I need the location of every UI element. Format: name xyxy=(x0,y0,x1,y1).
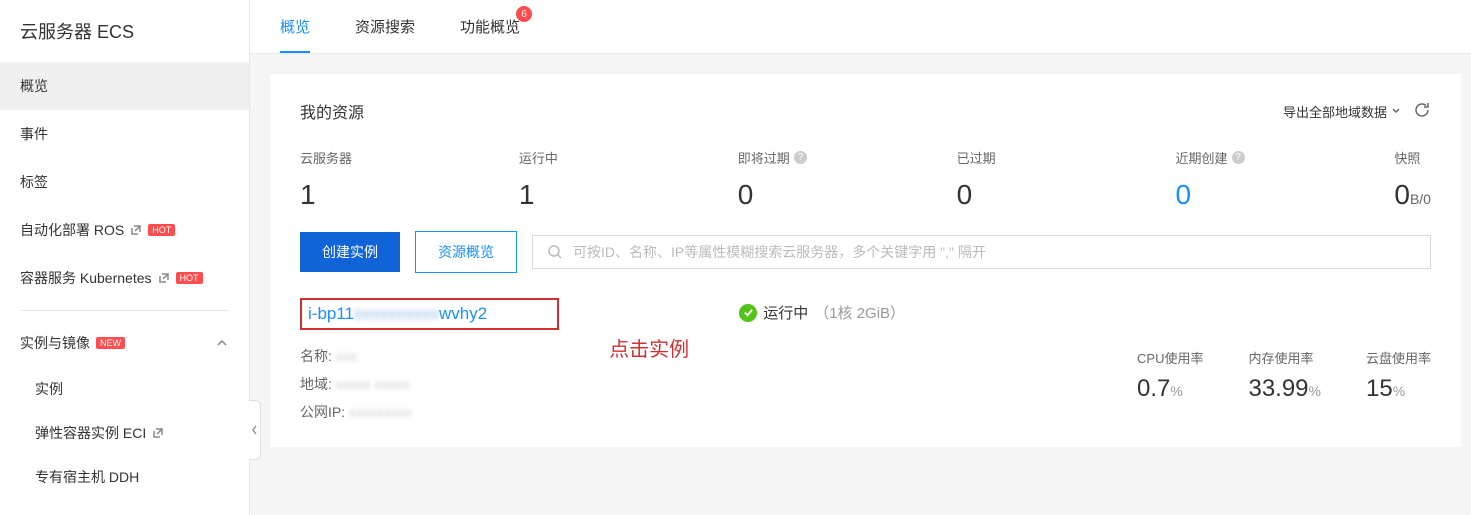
hot-badge: HOT xyxy=(176,272,203,284)
instance-status: 运行中 （1核 2GiB） xyxy=(739,302,905,323)
search-box[interactable] xyxy=(532,235,1431,269)
sidebar-item-label: 标签 xyxy=(20,172,48,192)
sidebar-item-kubernetes[interactable]: 容器服务 Kubernetes HOT xyxy=(0,254,249,302)
sidebar-item-label: 事件 xyxy=(20,124,48,144)
create-instance-button[interactable]: 创建实例 xyxy=(300,232,400,272)
instance-left: i-bp11xxxxxxxxxxwvhy2 名称: xxx 地域: xxxxx … xyxy=(300,298,905,422)
sidebar-title: 云服务器 ECS xyxy=(0,0,249,62)
status-running-icon xyxy=(739,304,757,322)
metric-cpu: CPU使用率 0.7% xyxy=(1137,348,1203,403)
resources-card: 我的资源 导出全部地域数据 云服务器 1 xyxy=(270,74,1461,447)
sidebar-divider xyxy=(20,310,229,311)
stat-value: 0B/0 xyxy=(1394,179,1431,211)
metric-disk: 云盘使用率 15% xyxy=(1366,348,1431,403)
metric-label: 内存使用率 xyxy=(1248,348,1321,367)
tab-label: 概览 xyxy=(280,16,310,37)
main-content: 概览 资源搜索 功能概览 6 我的资源 导出全部地域数据 xyxy=(250,0,1471,515)
stat-snapshot: 快照 0B/0 xyxy=(1394,148,1431,211)
tab-overview[interactable]: 概览 xyxy=(280,0,310,53)
instance-row: i-bp11xxxxxxxxxxwvhy2 名称: xxx 地域: xxxxx … xyxy=(300,298,1431,422)
stat-value: 1 xyxy=(519,179,738,211)
metric-memory: 内存使用率 33.99% xyxy=(1248,348,1321,403)
export-label: 导出全部地域数据 xyxy=(1283,102,1387,121)
chevron-up-icon xyxy=(215,336,229,350)
chevron-down-icon xyxy=(1391,106,1401,116)
external-link-icon xyxy=(158,272,170,284)
metrics: CPU使用率 0.7% 内存使用率 33.99% 云盘使用率 xyxy=(1137,348,1431,403)
export-link[interactable]: 导出全部地域数据 xyxy=(1283,102,1401,121)
sidebar-group-instances[interactable]: 实例与镜像 NEW xyxy=(0,319,249,367)
instance-id-highlight: i-bp11xxxxxxxxxxwvhy2 xyxy=(300,298,559,330)
stat-label: 近期创建 ? xyxy=(1176,148,1395,167)
stat-label: 即将过期 ? xyxy=(738,148,957,167)
tab-label: 功能概览 xyxy=(460,16,520,37)
tab-feature-overview[interactable]: 功能概览 6 xyxy=(460,0,520,53)
instance-region-row: 地域: xxxxx xxxxx xyxy=(300,374,559,394)
status-text: 运行中 xyxy=(763,302,808,323)
sidebar-subitem-instance[interactable]: 实例 xyxy=(0,367,249,411)
stat-label: 运行中 xyxy=(519,148,738,167)
external-link-icon xyxy=(130,224,142,236)
refresh-icon[interactable] xyxy=(1413,101,1431,122)
stat-value[interactable]: 0 xyxy=(1176,179,1395,211)
search-icon xyxy=(547,244,563,260)
metric-value: 0.7% xyxy=(1137,375,1203,403)
stats-row: 云服务器 1 运行中 1 即将过期 ? 0 已过期 0 xyxy=(300,148,1431,211)
instance-info: i-bp11xxxxxxxxxxwvhy2 名称: xxx 地域: xxxxx … xyxy=(300,298,559,422)
metric-label: CPU使用率 xyxy=(1137,348,1203,367)
instance-name-row: 名称: xxx xyxy=(300,346,559,366)
hot-badge: HOT xyxy=(148,224,175,236)
stat-label: 云服务器 xyxy=(300,148,519,167)
stat-recent: 近期创建 ? 0 xyxy=(1176,148,1395,211)
sidebar-group-label: 实例与镜像 xyxy=(20,333,90,353)
sidebar-subitem-ddh[interactable]: 专有宿主机 DDH xyxy=(0,455,249,499)
sidebar-subitem-label: 专有宿主机 DDH xyxy=(35,467,139,487)
annotation-text: 点击实例 xyxy=(609,333,689,362)
tab-resource-search[interactable]: 资源搜索 xyxy=(355,0,415,53)
tab-label: 资源搜索 xyxy=(355,16,415,37)
stat-value: 1 xyxy=(300,179,519,211)
stat-value: 0 xyxy=(957,179,1176,211)
metric-value: 33.99% xyxy=(1248,375,1321,403)
stat-running: 运行中 1 xyxy=(519,148,738,211)
sidebar-subitem-eci[interactable]: 弹性容器实例 ECI xyxy=(0,411,249,455)
tab-badge: 6 xyxy=(516,6,532,22)
external-link-icon xyxy=(152,427,164,439)
stat-value: 0 xyxy=(738,179,957,211)
metric-value: 15% xyxy=(1366,375,1431,403)
new-badge: NEW xyxy=(96,337,125,349)
sidebar-item-ros[interactable]: 自动化部署 ROS HOT xyxy=(0,206,249,254)
card-actions: 导出全部地域数据 xyxy=(1283,101,1431,122)
metric-label: 云盘使用率 xyxy=(1366,348,1431,367)
instance-spec: （1核 2GiB） xyxy=(814,302,905,323)
card-header: 我的资源 导出全部地域数据 xyxy=(300,99,1431,123)
instance-id-link[interactable]: i-bp11xxxxxxxxxxwvhy2 xyxy=(308,304,487,323)
resource-overview-button[interactable]: 资源概览 xyxy=(415,231,517,273)
search-input[interactable] xyxy=(573,244,1416,260)
stat-label: 已过期 xyxy=(957,148,1176,167)
instance-ip-row: 公网IP: xxxxxxxxx xyxy=(300,402,559,422)
sidebar-item-overview[interactable]: 概览 xyxy=(0,62,249,110)
tabs: 概览 资源搜索 功能概览 6 xyxy=(250,0,1471,54)
card-title: 我的资源 xyxy=(300,99,364,123)
sidebar-subitem-label: 实例 xyxy=(35,379,63,399)
sidebar-item-events[interactable]: 事件 xyxy=(0,110,249,158)
sidebar: 云服务器 ECS 概览 事件 标签 自动化部署 ROS HOT 容器服务 Kub… xyxy=(0,0,250,515)
stat-servers: 云服务器 1 xyxy=(300,148,519,211)
help-icon[interactable]: ? xyxy=(794,151,807,164)
action-row: 创建实例 资源概览 xyxy=(300,231,1431,273)
sidebar-item-tags[interactable]: 标签 xyxy=(0,158,249,206)
help-icon[interactable]: ? xyxy=(1232,151,1245,164)
sidebar-collapse-handle[interactable] xyxy=(249,400,261,460)
stat-expired: 已过期 0 xyxy=(957,148,1176,211)
sidebar-item-label: 概览 xyxy=(20,76,48,96)
sidebar-subitem-label: 弹性容器实例 ECI xyxy=(35,423,146,443)
sidebar-item-label: 容器服务 Kubernetes xyxy=(20,268,152,288)
stat-label: 快照 xyxy=(1394,148,1431,167)
sidebar-item-label: 自动化部署 ROS xyxy=(20,220,124,240)
stat-expiring: 即将过期 ? 0 xyxy=(738,148,957,211)
